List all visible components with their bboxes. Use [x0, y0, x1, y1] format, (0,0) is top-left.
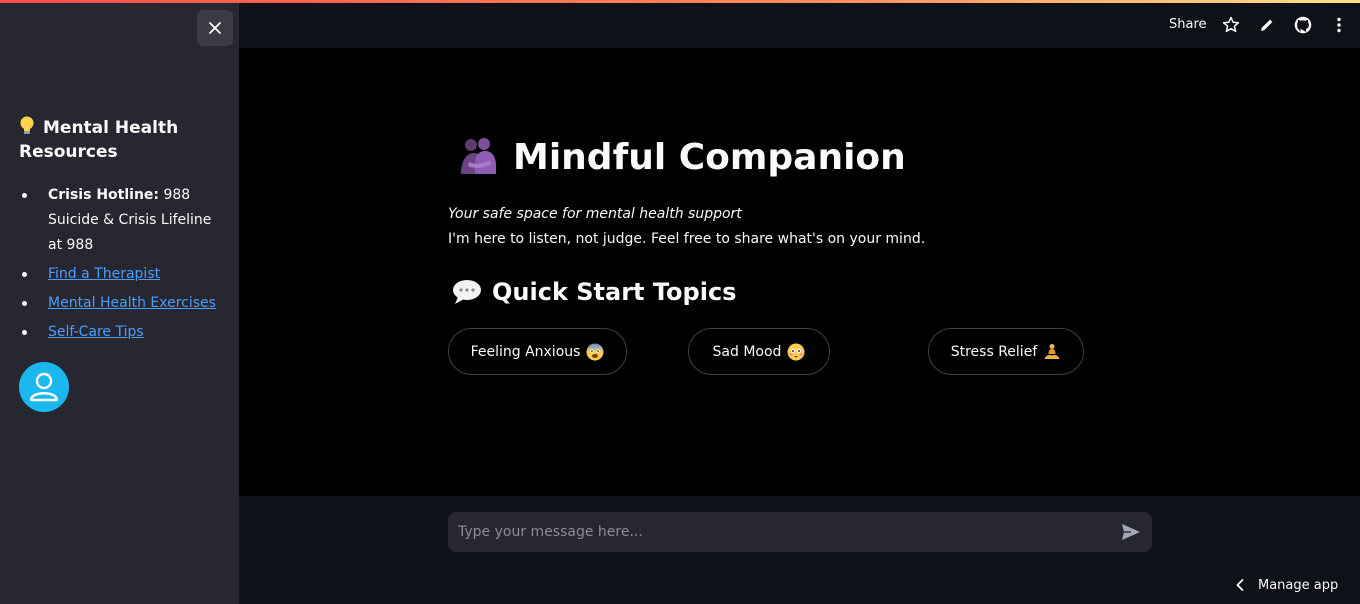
sidebar-heading: Mental Health Resources — [19, 116, 219, 164]
list-item: Self-Care Tips — [20, 320, 220, 345]
manage-app-button[interactable]: Manage app — [1236, 574, 1338, 596]
pencil-icon[interactable] — [1257, 15, 1277, 35]
sidebar: Mental Health Resources Crisis Hotline: … — [0, 0, 239, 604]
list-item: Mental Health Exercises — [20, 291, 220, 316]
app-header: Share — [239, 3, 1360, 48]
find-therapist-link[interactable]: Find a Therapist — [48, 266, 160, 282]
subtitle: Your safe space for mental health suppor… — [448, 206, 742, 222]
self-care-tips-link[interactable]: Self-Care Tips — [48, 324, 144, 340]
topic-button-sad-mood[interactable]: Sad Mood — [688, 328, 830, 375]
user-icon — [29, 372, 59, 402]
chevron-left-icon — [1236, 579, 1244, 591]
lightbulb-icon — [19, 116, 35, 135]
chat-input-container — [448, 512, 1152, 552]
topic-label: Feeling Anxious — [470, 343, 581, 360]
list-item: Find a Therapist — [20, 262, 220, 287]
chat-message-input[interactable] — [448, 512, 1108, 552]
share-button[interactable]: Share — [1169, 17, 1207, 32]
topic-button-stress-relief[interactable]: Stress Relief — [928, 328, 1084, 375]
intro-text: I'm here to listen, not judge. Feel free… — [448, 231, 926, 247]
topic-label: Stress Relief — [950, 343, 1038, 360]
crisis-hotline-label: Crisis Hotline: — [48, 187, 160, 203]
close-icon — [209, 22, 221, 34]
mental-health-exercises-link[interactable]: Mental Health Exercises — [48, 295, 216, 311]
top-decoration-bar — [0, 0, 1360, 3]
topic-label: Sad Mood — [712, 343, 782, 360]
page-title: Mindful Companion — [457, 136, 906, 178]
quick-start-heading: Quick Start Topics — [452, 278, 736, 306]
anxious-face-icon — [586, 343, 604, 361]
flushed-face-icon — [787, 343, 805, 361]
kebab-menu-icon[interactable] — [1329, 15, 1349, 35]
section-title-text: Quick Start Topics — [492, 278, 737, 306]
sidebar-heading-text: Mental Health Resources — [19, 118, 179, 162]
github-icon[interactable] — [1293, 15, 1313, 35]
topic-button-feeling-anxious[interactable]: Feeling Anxious — [448, 328, 627, 375]
title-text: Mindful Companion — [513, 136, 906, 178]
star-icon[interactable] — [1221, 15, 1241, 35]
manage-app-label: Manage app — [1258, 577, 1339, 593]
resource-list: Crisis Hotline: 988 Suicide & Crisis Lif… — [20, 183, 220, 349]
send-button[interactable] — [1120, 522, 1142, 542]
avatar — [19, 362, 69, 412]
send-icon — [1122, 524, 1140, 540]
hugging-people-icon — [457, 136, 499, 178]
meditating-person-icon — [1043, 343, 1061, 361]
speech-bubble-icon — [452, 279, 482, 305]
list-item: Crisis Hotline: 988 Suicide & Crisis Lif… — [20, 183, 220, 258]
close-sidebar-button[interactable] — [197, 10, 233, 46]
